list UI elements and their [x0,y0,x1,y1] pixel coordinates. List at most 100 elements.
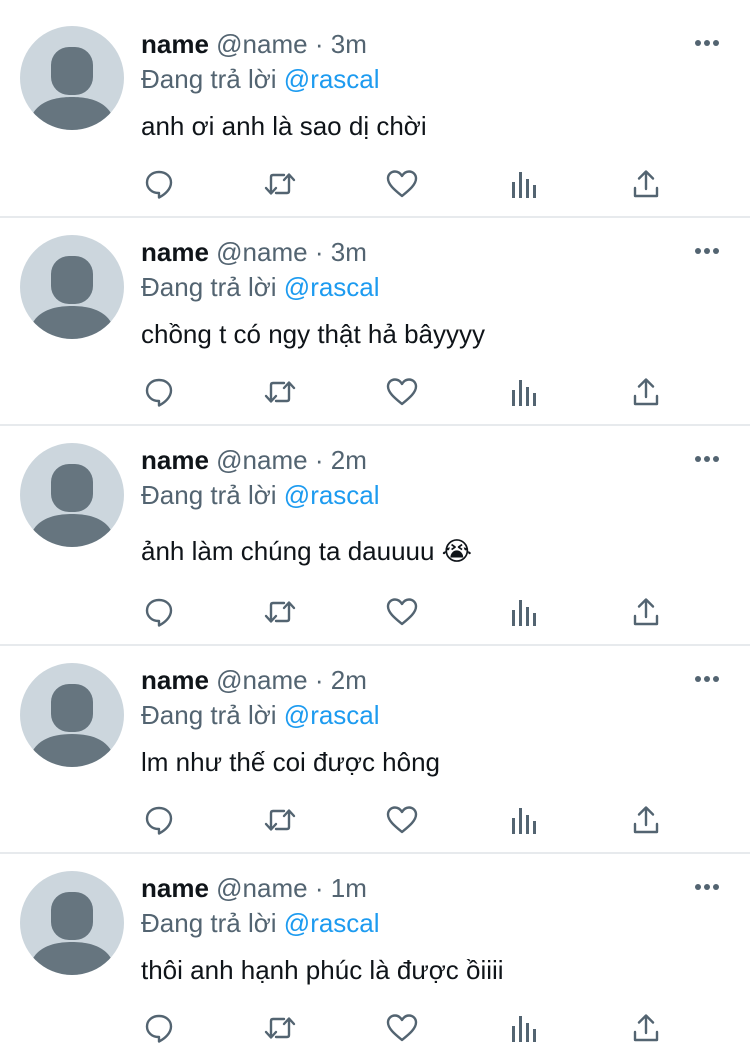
share-icon [633,806,659,834]
share-button[interactable] [626,592,666,632]
timestamp[interactable]: 3m [331,29,367,59]
analytics-button[interactable] [504,164,544,204]
share-icon [633,1014,659,1042]
analytics-button[interactable] [504,1008,544,1048]
mention-link[interactable]: @rascal [284,480,380,510]
share-button[interactable] [626,1008,666,1048]
share-icon [633,378,659,406]
retweet-button[interactable] [260,800,300,840]
tweet[interactable]: name @name · 3m Đang trả lời @rascal anh… [0,0,750,218]
retweet-button[interactable] [260,164,300,204]
tweet-text: ảnh làm chúng ta dauuuu 😭 [141,536,473,566]
analytics-button[interactable] [504,800,544,840]
avatar[interactable] [20,871,124,975]
timestamp[interactable]: 1m [331,873,367,903]
tweet[interactable]: name @name · 3m Đang trả lời @rascal chồ… [0,218,750,426]
mention-link[interactable]: @rascal [284,64,380,94]
more-button[interactable] [692,236,722,266]
reply-button[interactable] [139,800,179,840]
handle[interactable]: @name [216,445,307,475]
more-icon [695,884,719,890]
replying-to: Đang trả lời @rascal [141,907,380,939]
more-icon [695,676,719,682]
tweet-header: name @name · 3m [141,28,367,60]
share-button[interactable] [626,800,666,840]
replying-to-label: Đang trả lời [141,480,277,510]
avatar[interactable] [20,663,124,767]
mention-link[interactable]: @rascal [284,272,380,302]
reply-button[interactable] [139,592,179,632]
timestamp[interactable]: 2m [331,665,367,695]
handle[interactable]: @name [216,665,307,695]
like-icon [386,170,418,198]
tweet-header: name @name · 3m [141,236,367,268]
analytics-button[interactable] [504,592,544,632]
replying-to-label: Đang trả lời [141,272,277,302]
display-name[interactable]: name [141,873,209,903]
more-button[interactable] [692,444,722,474]
analytics-icon [512,1016,536,1042]
like-icon [386,378,418,406]
retweet-icon [264,173,296,195]
display-name[interactable]: name [141,665,209,695]
more-button[interactable] [692,872,722,902]
default-avatar-icon [28,47,116,130]
share-icon [633,170,659,198]
tweet[interactable]: name @name · 2m Đang trả lời @rascal ảnh… [0,426,750,646]
separator: · [314,29,324,59]
action-bar [139,592,679,632]
share-button[interactable] [626,164,666,204]
retweet-button[interactable] [260,592,300,632]
reply-button[interactable] [139,1008,179,1048]
like-button[interactable] [382,800,422,840]
timestamp[interactable]: 3m [331,237,367,267]
reply-icon [145,170,173,199]
display-name[interactable]: name [141,445,209,475]
analytics-icon [512,172,536,198]
handle[interactable]: @name [216,29,307,59]
tweet-header: name @name · 2m [141,664,367,696]
tweet-text: anh ơi anh là sao dị chời [141,111,427,141]
replying-to: Đang trả lời @rascal [141,63,380,95]
avatar[interactable] [20,26,124,130]
avatar[interactable] [20,443,124,547]
like-button[interactable] [382,592,422,632]
action-bar [139,1008,679,1048]
retweet-button[interactable] [260,372,300,412]
tweet[interactable]: name @name · 1m Đang trả lời @rascal thô… [0,854,750,1056]
replying-to: Đang trả lời @rascal [141,271,380,303]
avatar[interactable] [20,235,124,339]
handle[interactable]: @name [216,237,307,267]
reply-button[interactable] [139,164,179,204]
retweet-icon [264,1017,296,1039]
action-bar [139,372,679,412]
separator: · [314,873,324,903]
reply-icon [145,598,173,627]
more-button[interactable] [692,664,722,694]
analytics-icon [512,380,536,406]
display-name[interactable]: name [141,237,209,267]
like-button[interactable] [382,372,422,412]
handle[interactable]: @name [216,873,307,903]
default-avatar-icon [28,464,116,547]
timestamp[interactable]: 2m [331,445,367,475]
reply-icon [145,1014,173,1043]
reply-button[interactable] [139,372,179,412]
analytics-button[interactable] [504,372,544,412]
default-avatar-icon [28,684,116,767]
mention-link[interactable]: @rascal [284,908,380,938]
analytics-icon [512,808,536,834]
retweet-button[interactable] [260,1008,300,1048]
separator: · [314,445,324,475]
retweet-icon [264,601,296,623]
like-button[interactable] [382,164,422,204]
more-icon [695,456,719,462]
like-button[interactable] [382,1008,422,1048]
mention-link[interactable]: @rascal [284,700,380,730]
more-button[interactable] [692,28,722,58]
display-name[interactable]: name [141,29,209,59]
tweet[interactable]: name @name · 2m Đang trả lời @rascal lm … [0,646,750,854]
reply-icon [145,378,173,407]
action-bar [139,800,679,840]
share-button[interactable] [626,372,666,412]
